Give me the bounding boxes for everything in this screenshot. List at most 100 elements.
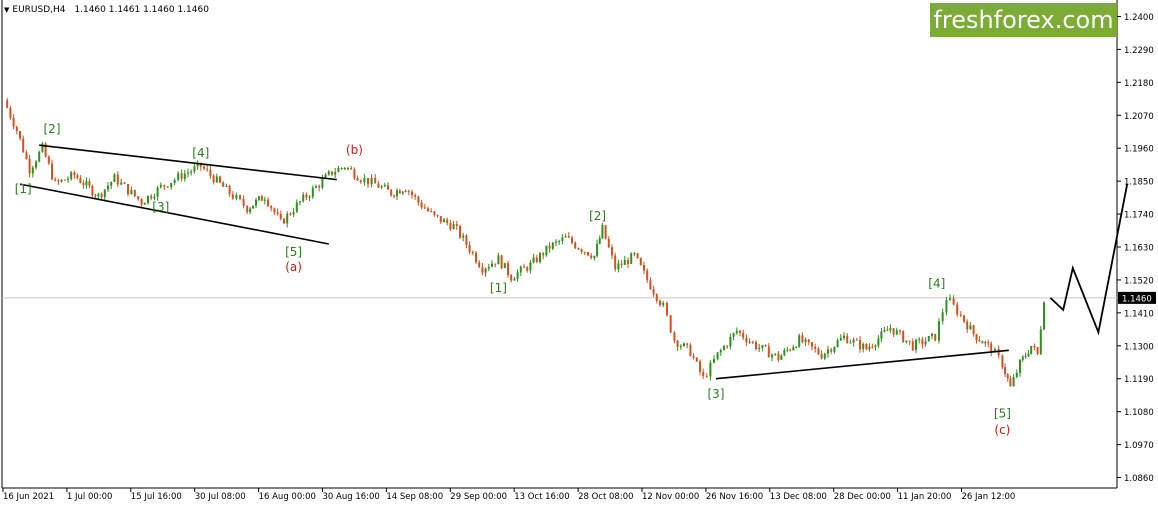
bear-candle: [150, 195, 153, 199]
bear-candle: [548, 245, 551, 249]
bull-candle: [1019, 359, 1021, 373]
bear-candle: [695, 357, 698, 362]
y-tick-label: 1.0970: [1124, 441, 1154, 451]
bull-candle: [877, 338, 880, 346]
bull-candle: [679, 345, 682, 347]
bull-candle: [404, 190, 407, 192]
bear-candle: [468, 244, 471, 252]
bull-candle: [519, 266, 522, 273]
bull-candle: [503, 263, 506, 269]
bull-candle: [918, 339, 921, 341]
bull-candle: [804, 339, 807, 343]
x-tick-label: 14 Sep 08:00: [386, 492, 443, 502]
bear-candle: [47, 156, 50, 164]
bear-candle: [855, 339, 858, 341]
bear-candle: [846, 335, 849, 344]
bear-candle: [997, 349, 1000, 356]
x-tick-label: 29 Sep 00:00: [450, 492, 507, 502]
bear-candle: [305, 194, 308, 198]
bull-candle: [60, 179, 63, 182]
bull-candle: [35, 161, 37, 168]
bear-candle: [665, 303, 668, 316]
bull-candle: [945, 300, 948, 313]
bull-candle: [183, 173, 186, 179]
bull-candle: [513, 278, 516, 281]
wave-label: [5]: [285, 245, 302, 259]
bull-candle: [347, 167, 349, 169]
bull-candle: [153, 196, 156, 199]
bear-candle: [478, 262, 481, 268]
bull-candle: [295, 202, 298, 212]
bull-candle: [924, 341, 927, 345]
bull-candle: [937, 321, 940, 341]
bull-candle: [380, 186, 383, 188]
bear-candle: [689, 344, 692, 356]
bull-candle: [107, 185, 109, 190]
last-price-label: 1.1460: [1122, 294, 1152, 304]
bull-candle: [593, 255, 596, 259]
freshforex-logo: freshforex.com: [930, 3, 1117, 37]
y-tick-label: 1.2180: [1124, 79, 1154, 89]
bull-candle: [370, 177, 373, 185]
bull-candle: [225, 185, 228, 187]
bull-candle: [497, 255, 500, 265]
bear-candle: [222, 182, 225, 187]
wave-label: [4]: [192, 146, 209, 160]
bear-candle: [246, 205, 249, 213]
bear-candle: [963, 315, 965, 322]
bear-candle: [19, 131, 21, 139]
triangle-down-icon[interactable]: ▼: [4, 6, 9, 14]
bull-candle: [748, 341, 751, 343]
wave-label: [3]: [708, 387, 725, 401]
bear-candle: [28, 158, 31, 174]
x-tick-label: 15 Jul 16:00: [131, 492, 182, 502]
bear-candle: [289, 213, 292, 215]
bull-candle: [843, 335, 845, 339]
bear-candle: [137, 196, 140, 200]
bull-candle: [839, 338, 842, 341]
bear-candle: [123, 182, 126, 184]
bull-candle: [97, 193, 100, 197]
bull-candle: [927, 336, 930, 342]
bear-candle: [767, 346, 770, 358]
bear-candle: [542, 253, 545, 256]
bear-candle: [510, 275, 513, 281]
bull-candle: [883, 330, 886, 332]
bull-candle: [630, 253, 633, 264]
bull-candle: [321, 178, 324, 188]
wave-label: [1]: [15, 182, 32, 196]
bear-candle: [659, 300, 661, 306]
bull-candle: [761, 345, 764, 348]
price-chart[interactable]: 1.2400 1.2290 1.2180 1.2070 1.1960 1.1850 1.17…: [0, 0, 1158, 507]
bull-candle: [827, 349, 829, 354]
bear-candle: [755, 342, 757, 349]
y-tick-label: 1.2400: [1124, 13, 1154, 23]
bull-candle: [1027, 353, 1030, 357]
bear-candle: [777, 353, 780, 360]
trendline: [19, 183, 329, 245]
bull-candle: [252, 205, 255, 209]
bear-candle: [100, 193, 103, 198]
bear-candle: [1006, 374, 1009, 379]
bear-candle: [228, 185, 231, 195]
chart-area[interactable]: 1.2400 1.2290 1.2180 1.2070 1.1960 1.1850 1.17…: [0, 0, 1158, 507]
bull-candle: [852, 339, 855, 343]
y-tick-label: 1.1740: [1124, 211, 1154, 221]
bear-candle: [655, 294, 658, 301]
bull-candle: [292, 211, 295, 215]
bear-candle: [751, 341, 754, 343]
bear-candle: [611, 247, 613, 256]
bear-candle: [15, 126, 18, 132]
bear-candle: [163, 185, 166, 187]
bear-candle: [433, 211, 436, 215]
bear-candle: [356, 178, 359, 181]
bull-candle: [70, 172, 73, 179]
bear-candle: [1009, 378, 1012, 387]
bull-candle: [383, 185, 386, 187]
bull-candle: [286, 213, 289, 224]
bear-candle: [420, 202, 423, 208]
bull-candle: [308, 196, 311, 198]
bear-candle: [981, 341, 984, 344]
bear-candle: [975, 334, 978, 341]
chart-title: ▼ EURUSD,H4 1.1460 1.1461 1.1460 1.1460: [4, 5, 209, 15]
